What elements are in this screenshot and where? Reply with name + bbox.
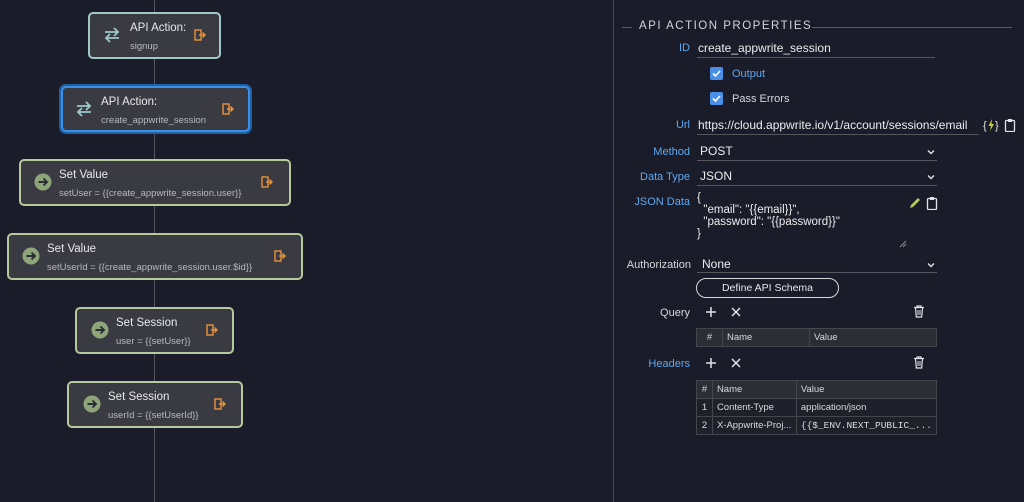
row-number: 2 [696,416,713,435]
flow-canvas[interactable]: API Action: signup API Action: create_ap… [0,0,613,502]
swap-arrows-icon [76,101,92,117]
swap-arrows-icon [104,27,120,43]
heading-rule [812,27,1012,28]
flow-node-set-session-user[interactable]: Set Session user = {{setUser}} [75,307,234,354]
flow-node-set-value-setuserid[interactable]: Set Value setUserId = {{create_appwrite_… [7,233,303,280]
exit-icon[interactable] [194,29,206,41]
query-table: # Name Value [696,328,937,347]
node-title: Set Session [116,317,178,329]
flow-node-api-action-signup[interactable]: API Action: signup [88,12,221,59]
node-subtitle: setUserId = {{create_appwrite_session.us… [47,262,253,273]
row-name[interactable]: Content-Type [711,398,797,417]
exit-icon[interactable] [206,324,218,336]
flow-node-set-session-userid[interactable]: Set Session userId = {{setUserId}} [67,381,243,428]
json-data-editor[interactable]: { "email": "{{email}}", "password": "{{p… [697,192,907,248]
curly-bolt-icon[interactable]: { } [983,118,999,132]
close-icon[interactable] [729,356,743,370]
flow-node-set-value-setuser[interactable]: Set Value setUser = {{create_appwrite_se… [19,159,291,206]
json-data-label: JSON Data [634,196,690,208]
data-type-underline [697,185,937,186]
pass-errors-checkbox[interactable] [710,92,723,105]
data-type-label: Data Type [640,171,690,183]
flow-node-api-action-create-appwrite-session[interactable]: API Action: create_appwrite_session [61,86,250,132]
define-api-schema-button[interactable]: Define API Schema [696,278,839,298]
exit-icon[interactable] [214,398,226,410]
node-subtitle: signup [130,41,158,52]
trash-icon[interactable] [912,304,926,318]
plus-icon[interactable] [704,305,718,319]
table-row[interactable]: 1 Content-Type application/json [696,398,938,417]
authorization-underline [697,272,937,273]
panel-heading: API ACTION PROPERTIES [639,20,813,32]
headers-label: Headers [648,358,690,370]
app-root: API Action: signup API Action: create_ap… [0,0,1024,502]
column-header-value: Value [809,328,937,347]
headers-table: # Name Value 1 Content-Type application/… [696,380,938,435]
node-title: API Action: [101,96,158,108]
authorization-select[interactable]: None [702,257,731,271]
node-title: Set Session [108,391,170,403]
id-label: ID [679,42,690,54]
pass-errors-label[interactable]: Pass Errors [732,93,789,105]
pencil-icon[interactable] [908,196,922,210]
arrow-right-circle-icon [34,173,52,191]
node-subtitle: userId = {{setUserId}} [108,410,199,421]
method-select[interactable]: POST [700,144,733,158]
table-row[interactable]: 2 X-Appwrite-Proj... {{$_ENV.NEXT_PUBLIC… [696,416,938,435]
chevron-down-icon[interactable] [927,173,935,181]
exit-icon[interactable] [261,176,273,188]
checkmark-icon [712,95,721,103]
node-subtitle: create_appwrite_session [101,115,207,126]
output-checkbox[interactable] [710,67,723,80]
chevron-down-icon[interactable] [927,148,935,156]
checkmark-icon [712,70,721,78]
column-header-number: # [696,380,713,399]
exit-icon[interactable] [222,103,234,115]
exit-icon[interactable] [274,250,286,262]
close-icon[interactable] [729,305,743,319]
row-value[interactable]: application/json [795,398,938,417]
node-title: API Action: [130,22,187,34]
column-header-name: Name [722,328,810,347]
arrow-right-circle-icon [22,247,40,265]
row-value[interactable]: {{$_ENV.NEXT_PUBLIC_... [795,416,938,435]
svg-text:}: } [995,120,999,132]
svg-text:{: { [983,120,987,132]
clipboard-icon[interactable] [1003,118,1017,132]
url-input[interactable]: https://cloud.appwrite.io/v1/account/ses… [698,118,967,132]
output-label[interactable]: Output [732,68,765,80]
method-underline [697,160,937,161]
chevron-down-icon[interactable] [927,261,935,269]
id-input[interactable]: create_appwrite_session [698,41,831,55]
arrow-right-circle-icon [91,321,109,339]
node-subtitle: user = {{setUser}} [116,336,191,347]
url-label: Url [675,119,690,131]
id-underline [697,57,935,58]
data-type-select[interactable]: JSON [700,169,732,183]
clipboard-icon[interactable] [925,196,939,210]
method-label: Method [653,146,690,158]
query-label: Query [660,307,690,319]
node-title: Set Value [47,243,97,255]
authorization-label: Authorization [626,259,691,271]
row-name[interactable]: X-Appwrite-Proj... [711,416,797,435]
column-header-number: # [696,328,723,347]
properties-panel: API ACTION PROPERTIES ID create_appwrite… [613,0,1024,502]
column-header-value: Value [795,380,938,399]
arrow-right-circle-icon [83,395,101,413]
node-title: Set Value [59,169,109,181]
trash-icon[interactable] [912,355,926,369]
node-subtitle: setUser = {{create_appwrite_session.user… [59,188,242,199]
heading-rule [622,27,632,28]
column-header-name: Name [711,380,797,399]
row-number: 1 [696,398,713,417]
resize-handle-icon[interactable] [899,240,907,248]
url-underline [697,134,979,135]
plus-icon[interactable] [704,356,718,370]
